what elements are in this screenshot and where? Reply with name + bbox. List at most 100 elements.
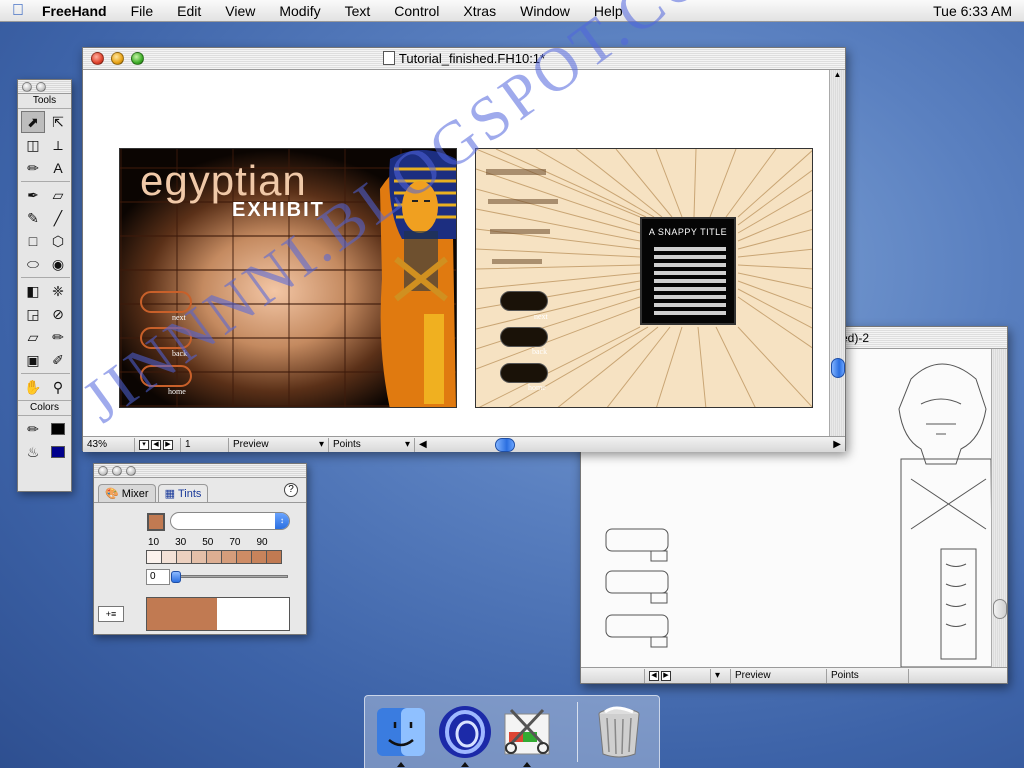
fill-color-swatch[interactable]	[46, 441, 70, 463]
scroll-left-arrow-icon[interactable]: ◀	[419, 438, 427, 452]
tab-mixer[interactable]: 🎨 Mixer	[98, 484, 156, 502]
main-window-titlebar[interactable]: Tutorial_finished.FH10:1*	[83, 48, 845, 70]
scroll-up-arrow-icon[interactable]: ▲	[830, 70, 845, 79]
sketch-prev-page-icon[interactable]: ◀	[649, 670, 659, 681]
freehand-app-icon[interactable]	[437, 704, 493, 760]
tint-swatch[interactable]	[252, 551, 267, 563]
sketch-scroll-thumb[interactable]	[993, 599, 1007, 619]
sketch-horizontal-scrollbar[interactable]	[909, 669, 1005, 683]
knife-tool-icon[interactable]: ⊘	[46, 303, 70, 325]
page-menu-icon[interactable]: ▾	[139, 439, 149, 450]
scale-tool-icon[interactable]: ◲	[21, 303, 45, 325]
tint-swatch[interactable]	[177, 551, 192, 563]
document-canvas[interactable]: egyptian EXHIBIT next back home A SNAPPY…	[83, 70, 829, 436]
view-mode-select[interactable]: Preview ▾	[229, 437, 329, 452]
lasso-tool-icon[interactable]: ⟂	[46, 134, 70, 156]
units-select[interactable]: Points ▾	[329, 437, 415, 452]
stroke-color-icon[interactable]: ✏	[21, 418, 45, 440]
pointer-tool-icon[interactable]: ⬈	[21, 111, 45, 133]
text-tool-icon[interactable]: A	[46, 157, 70, 179]
sketch-next-page-icon[interactable]: ▶	[661, 670, 671, 681]
tint-preview[interactable]	[146, 597, 290, 631]
subselect-tool-icon[interactable]: ⇱	[46, 111, 70, 133]
tints-close-button[interactable]	[98, 466, 108, 476]
tints-zoom-button[interactable]	[126, 466, 136, 476]
tint-swatch[interactable]	[192, 551, 207, 563]
sketch-units-select[interactable]: Points	[827, 668, 909, 683]
next-nav-button[interactable]	[140, 291, 192, 313]
tints-minimize-button[interactable]	[112, 466, 122, 476]
sketch-zoom-field[interactable]	[581, 668, 645, 683]
menu-text[interactable]: Text	[333, 0, 383, 22]
zoom-field[interactable]: 43%	[83, 437, 135, 452]
base-color-swatch[interactable]	[147, 513, 165, 531]
prev-page-icon[interactable]: ◀	[151, 439, 161, 450]
menu-help[interactable]: Help	[582, 0, 635, 22]
scroll-right-arrow-icon[interactable]: ▶	[833, 438, 841, 452]
skew-tool-icon[interactable]: ▱	[21, 326, 45, 348]
pencil-tool-icon[interactable]: ✎	[21, 207, 45, 229]
trash-icon[interactable]	[591, 704, 647, 760]
tint-slider-knob[interactable]	[171, 571, 181, 583]
tools-minimize-button[interactable]	[36, 82, 46, 92]
sketch-view-mode-select[interactable]: Preview	[731, 668, 827, 683]
page-number-field[interactable]: 1	[181, 437, 229, 452]
tints-panel-titlebar[interactable]	[94, 464, 306, 478]
reflect-tool-icon[interactable]: ▣	[21, 349, 45, 371]
menu-xtras[interactable]: Xtras	[451, 0, 508, 22]
tint-swatch[interactable]	[207, 551, 222, 563]
color-source-select[interactable]: ↕	[170, 512, 290, 530]
tint-swatch[interactable]	[267, 551, 281, 563]
sketch-vertical-scrollbar[interactable]	[991, 349, 1007, 667]
hand-tool-icon[interactable]: ✋	[21, 376, 45, 398]
rectangle-tool-icon[interactable]: □	[21, 230, 45, 252]
tools-palette-titlebar[interactable]	[18, 80, 71, 94]
tint-slider[interactable]	[171, 571, 288, 583]
menu-view[interactable]: View	[213, 0, 267, 22]
snappy-title-box[interactable]: A SNAPPY TITLE	[640, 217, 736, 325]
add-to-swatches-button[interactable]: +≡	[98, 606, 124, 622]
line-tool-icon[interactable]: ╱	[46, 207, 70, 229]
tint-value-field[interactable]: 0	[146, 569, 170, 585]
bezigon-tool-icon[interactable]: ▱	[46, 184, 70, 206]
menu-app-name[interactable]: FreeHand	[36, 0, 119, 22]
help-button[interactable]: ?	[284, 483, 298, 497]
page-tool-icon[interactable]: ◫	[21, 134, 45, 156]
menu-window[interactable]: Window	[508, 0, 582, 22]
scissors-app-icon[interactable]	[499, 704, 555, 760]
spiral-tool-icon[interactable]: ◉	[46, 253, 70, 275]
tab-tints[interactable]: ▦ Tints	[157, 484, 209, 502]
freeform-tool-icon[interactable]: ✐	[46, 349, 70, 371]
tint-swatch[interactable]	[222, 551, 237, 563]
menubar-clock[interactable]: Tue 6:33 AM	[933, 0, 1012, 22]
close-button[interactable]	[91, 52, 104, 65]
finder-icon[interactable]	[373, 704, 429, 760]
zoom-tool-icon[interactable]: ⚲	[46, 376, 70, 398]
back-nav-button[interactable]	[140, 327, 192, 349]
polygon-tool-icon[interactable]: ⬡	[46, 230, 70, 252]
menu-control[interactable]: Control	[382, 0, 451, 22]
tunnel-next-nav-button[interactable]	[500, 291, 548, 311]
sketch-menu-arrow[interactable]: ▾	[711, 668, 731, 683]
eyedropper-tool-icon[interactable]: ✏	[21, 157, 45, 179]
fill-color-icon[interactable]: ♨	[21, 441, 45, 463]
mirror-tool-icon[interactable]: ◧	[21, 280, 45, 302]
home-nav-button[interactable]	[140, 365, 192, 387]
main-horizontal-scroll-thumb[interactable]	[495, 437, 515, 452]
stroke-color-swatch[interactable]	[46, 418, 70, 440]
pen-tool-icon[interactable]: ✒	[21, 184, 45, 206]
main-vertical-scroll-thumb[interactable]	[831, 358, 845, 378]
page-nav[interactable]: ▾ ◀ ▶	[135, 437, 181, 452]
tint-swatch[interactable]	[147, 551, 162, 563]
tunnel-back-nav-button[interactable]	[500, 327, 548, 347]
main-vertical-scrollbar[interactable]: ▲	[829, 70, 845, 436]
tint-swatch[interactable]	[162, 551, 177, 563]
menu-edit[interactable]: Edit	[165, 0, 213, 22]
menu-modify[interactable]: Modify	[267, 0, 332, 22]
tunnel-home-nav-button[interactable]	[500, 363, 548, 383]
apple-menu-icon[interactable]: 	[0, 2, 36, 20]
main-horizontal-scrollbar[interactable]: ◀ ▶	[415, 437, 845, 452]
zoom-button[interactable]	[131, 52, 144, 65]
ellipse-tool-icon[interactable]: ⬭	[21, 253, 45, 275]
egyptian-exhibit-artwork[interactable]: egyptian EXHIBIT next back home	[119, 148, 457, 408]
